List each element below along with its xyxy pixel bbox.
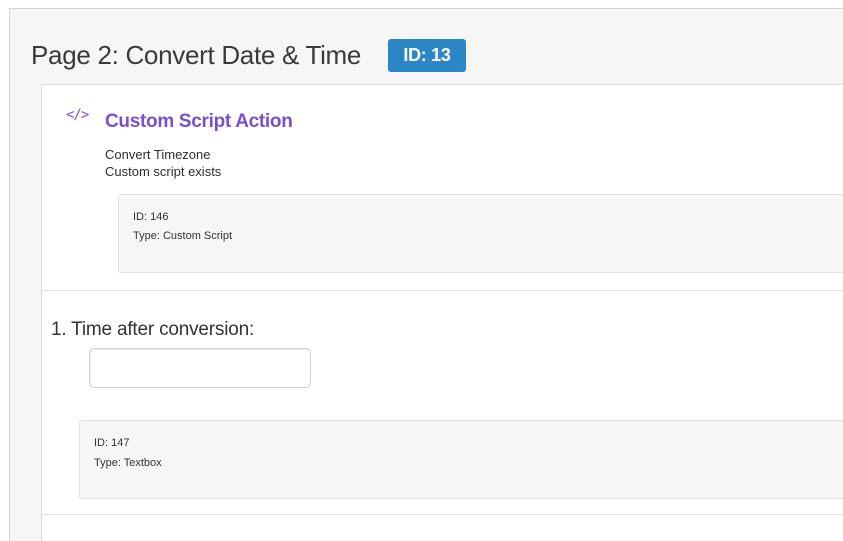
section-divider <box>41 290 843 291</box>
action-title[interactable]: Custom Script Action <box>105 110 293 134</box>
code-icon: </> <box>66 107 89 123</box>
survey-page-view: Page 2: Convert Date & Time ID: 13 </> C… <box>0 0 843 541</box>
question-label: 1. Time after conversion: <box>51 319 255 340</box>
page-id-badge: ID: 13 <box>388 39 466 72</box>
action-meta-type: Type: Custom Script <box>133 230 233 242</box>
question-meta-box <box>79 420 843 499</box>
section-divider <box>41 514 843 515</box>
page-title: Page 2: Convert Date & Time <box>31 40 362 70</box>
question-meta-id: ID: 147 <box>94 437 130 449</box>
question-meta-type: Type: Textbox <box>94 457 162 469</box>
time-after-conversion-input[interactable] <box>89 348 311 388</box>
action-meta-id: ID: 146 <box>133 211 169 223</box>
action-description: Convert Timezone <box>105 147 211 162</box>
action-status: Custom script exists <box>105 164 222 179</box>
